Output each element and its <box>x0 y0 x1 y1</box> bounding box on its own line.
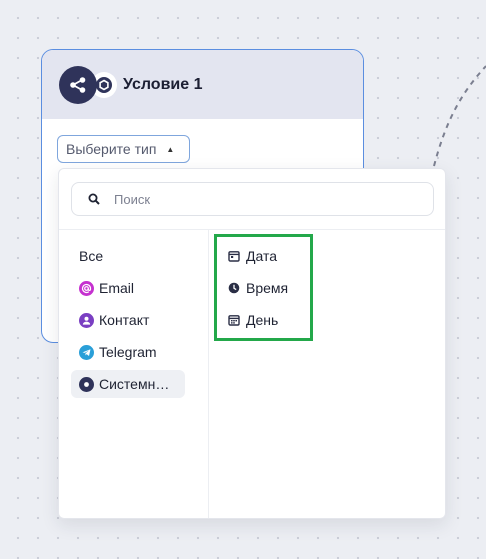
type-select-label: Выберите тип <box>66 141 157 157</box>
option-label: Дата <box>246 248 278 264</box>
search-icon <box>88 193 100 205</box>
category-email[interactable]: Email <box>71 274 201 302</box>
type-select[interactable]: Выберите тип ▲ <box>57 135 190 163</box>
category-telegram[interactable]: Telegram <box>71 338 201 366</box>
category-contact[interactable]: Контакт <box>71 306 201 334</box>
category-label: Email <box>99 280 135 296</box>
category-label: Системн… <box>99 376 170 392</box>
calendar-grid-icon <box>228 315 240 326</box>
clock-icon <box>228 282 240 294</box>
search-input[interactable] <box>112 190 416 208</box>
category-label: Все <box>79 248 104 264</box>
user-icon <box>79 312 94 328</box>
category-system[interactable]: Системн… <box>71 370 185 398</box>
option-time[interactable]: Время <box>228 274 288 302</box>
type-dropdown: Все Email Контакт <box>58 168 446 519</box>
category-label: Контакт <box>99 312 150 328</box>
option-label: День <box>246 312 279 328</box>
option-day[interactable]: День <box>228 306 288 334</box>
category-label: Telegram <box>99 344 157 360</box>
option-list: Дата Время День <box>228 242 288 338</box>
calendar-icon <box>228 251 240 262</box>
node-header: Условие 1 <box>42 50 363 119</box>
share-nodes-icon <box>59 65 97 104</box>
category-all[interactable]: Все <box>71 242 201 270</box>
search-box[interactable] <box>71 182 434 216</box>
option-date[interactable]: Дата <box>228 242 288 270</box>
option-label: Время <box>246 280 289 296</box>
column-divider <box>208 229 209 518</box>
node-title: Условие 1 <box>123 75 203 93</box>
divider <box>59 229 445 230</box>
system-icon <box>79 376 94 392</box>
caret-up-icon: ▲ <box>166 144 175 154</box>
telegram-icon <box>79 344 94 360</box>
category-list: Все Email Контакт Telegram Системн… <box>71 242 201 402</box>
at-sign-icon <box>79 280 94 296</box>
